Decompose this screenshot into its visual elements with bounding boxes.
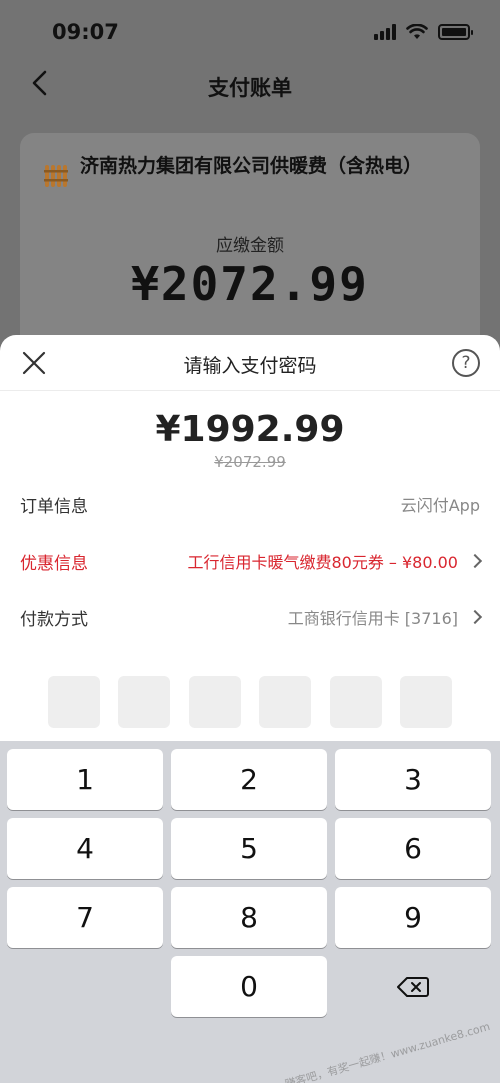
- backspace-key[interactable]: [335, 956, 491, 1017]
- order-info-value-wrap: 云闪付App: [401, 492, 480, 516]
- key-6[interactable]: 6: [335, 818, 491, 879]
- due-amount-label: 应缴金额: [216, 236, 284, 256]
- status-time: 09:07: [52, 20, 119, 44]
- help-icon[interactable]: ?: [452, 349, 480, 377]
- key-4[interactable]: 4: [7, 818, 163, 879]
- original-amount: ¥2072.99: [214, 453, 286, 471]
- page-title: 支付账单: [208, 76, 292, 100]
- payment-method-label: 付款方式: [20, 609, 88, 630]
- pin-input[interactable]: [48, 676, 452, 728]
- key-1[interactable]: 1: [7, 749, 163, 810]
- heating-logo-icon: [44, 165, 68, 187]
- pin-digit-box[interactable]: [188, 676, 241, 728]
- pin-digit-box[interactable]: [259, 676, 312, 728]
- key-8[interactable]: 8: [171, 887, 327, 948]
- key-3[interactable]: 3: [335, 749, 491, 810]
- discount-info-value-wrap: 工行信用卡暖气缴费80元券 – ¥80.00: [187, 549, 483, 573]
- sheet-title: 请输入支付密码: [183, 355, 317, 377]
- discount-info-label: 优惠信息: [20, 553, 88, 574]
- pin-digit-box[interactable]: [329, 676, 382, 728]
- numeric-keypad: 1 2 3 4 5 6 7 8 9 0: [0, 741, 500, 1083]
- sheet-header: 请输入支付密码 ?: [0, 335, 500, 391]
- nav-bar: 支付账单: [0, 60, 500, 110]
- order-info-row: 订单信息 云闪付App: [20, 489, 480, 519]
- pin-digit-box[interactable]: [118, 676, 171, 728]
- key-5[interactable]: 5: [171, 818, 327, 879]
- key-blank: [7, 956, 163, 1017]
- order-info-value: 云闪付App: [400, 496, 480, 515]
- status-bar: 09:07: [0, 0, 500, 66]
- wifi-icon: [406, 24, 428, 39]
- discount-info-value: 工行信用卡暖气缴费80元券 – ¥80.00: [187, 553, 458, 572]
- payment-method-value-wrap: 工商银行信用卡 [3716]: [287, 605, 483, 629]
- payment-password-sheet: 请输入支付密码 ? ¥1992.99 ¥2072.99 订单信息 云闪付App …: [0, 335, 500, 1083]
- signal-icon: [374, 24, 396, 40]
- order-info-label: 订单信息: [20, 496, 88, 517]
- payment-method-row[interactable]: 付款方式 工商银行信用卡 [3716]: [20, 602, 483, 632]
- battery-icon: [438, 24, 473, 40]
- pay-amount: ¥1992.99: [155, 409, 345, 450]
- key-2[interactable]: 2: [171, 749, 327, 810]
- pin-digit-box[interactable]: [48, 676, 100, 728]
- payment-method-value: 工商银行信用卡 [3716]: [287, 609, 458, 628]
- key-0[interactable]: 0: [171, 956, 327, 1017]
- pin-digit-box[interactable]: [399, 676, 452, 728]
- chevron-right-icon: [467, 553, 483, 569]
- due-amount: ¥2072.99: [131, 257, 369, 311]
- merchant-name: 济南热力集团有限公司供暖费（含热电）: [80, 155, 423, 177]
- key-7[interactable]: 7: [7, 887, 163, 948]
- status-icons: [374, 24, 473, 40]
- key-9[interactable]: 9: [335, 887, 491, 948]
- backspace-icon: [397, 976, 429, 997]
- discount-info-row[interactable]: 优惠信息 工行信用卡暖气缴费80元券 – ¥80.00: [20, 546, 483, 576]
- chevron-right-icon: [467, 609, 483, 625]
